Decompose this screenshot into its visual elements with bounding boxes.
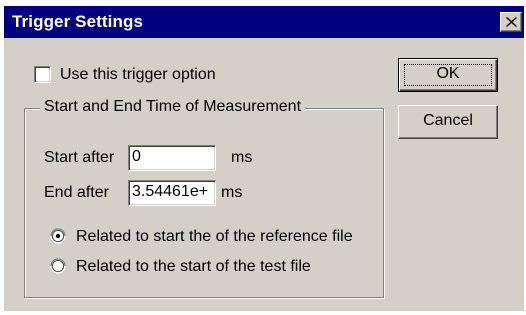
test-file-radio[interactable]: [50, 258, 66, 274]
end-after-label: End after: [44, 184, 109, 201]
end-after-input[interactable]: 3.54461e+: [128, 180, 216, 206]
group-legend: Start and End Time of Measurement: [40, 98, 306, 116]
trigger-settings-dialog: Trigger Settings Use this trigger option…: [4, 6, 524, 311]
ok-button-label: OK: [436, 65, 460, 82]
ok-button[interactable]: OK: [398, 58, 498, 92]
cancel-button[interactable]: Cancel: [398, 105, 498, 139]
end-unit-label: ms: [221, 184, 243, 201]
use-trigger-label: Use this trigger option: [60, 66, 216, 83]
start-after-input[interactable]: 0: [128, 145, 216, 171]
use-trigger-checkbox[interactable]: [34, 66, 51, 83]
close-icon: [506, 17, 517, 27]
reference-file-radio[interactable]: [50, 228, 66, 244]
start-unit-label: ms: [231, 149, 253, 166]
dialog-title: Trigger Settings: [12, 12, 144, 31]
close-button[interactable]: [500, 12, 522, 32]
reference-file-label: Related to start the of the reference fi…: [76, 228, 353, 245]
test-file-label: Related to the start of the test file: [76, 258, 311, 275]
cancel-button-label: Cancel: [423, 112, 473, 129]
start-after-label: Start after: [44, 149, 115, 166]
title-bar: Trigger Settings: [4, 6, 524, 38]
